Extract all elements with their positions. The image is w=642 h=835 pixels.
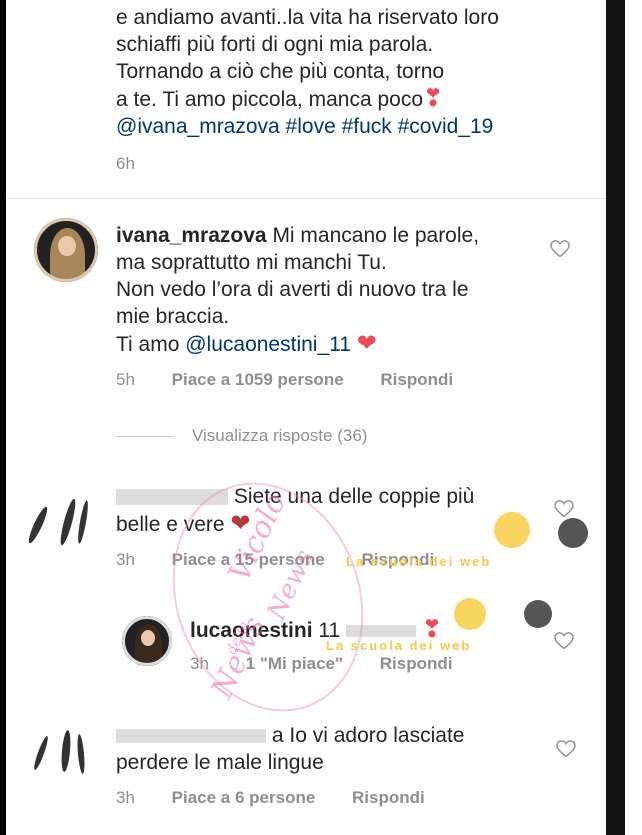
watermark-badge: La scuola dei web bbox=[346, 554, 492, 569]
comment-time: 3h bbox=[116, 788, 135, 807]
watermark-character bbox=[524, 600, 552, 628]
comment-time: 3h bbox=[116, 550, 135, 569]
watermark-badge: La scuola dei web bbox=[326, 638, 472, 653]
comment-username[interactable]: ivana_mrazova bbox=[116, 224, 267, 247]
caption-line: a te. Ti amo piccola, manca poco❣ bbox=[116, 85, 444, 112]
reply-button[interactable]: Rispondi bbox=[380, 370, 453, 389]
watermark-character bbox=[558, 518, 588, 548]
mention-link[interactable]: @lucaonestini_11 bbox=[185, 333, 351, 356]
comment-meta: 3h Piace a 6 persone Rispondi bbox=[116, 788, 457, 808]
right-white-edge bbox=[625, 0, 642, 835]
red-heart-icon: ❣ bbox=[423, 85, 444, 112]
post-caption: e andiamo avanti..la vita ha riservato l… bbox=[116, 4, 556, 140]
heart-outline-icon[interactable] bbox=[556, 740, 576, 758]
comment-text: ivana_mrazova Mi mancano le parole, ma s… bbox=[116, 224, 480, 357]
comment-meta: 5h Piace a 1059 persone Rispondi bbox=[116, 370, 485, 390]
caption-line: schiaffi più forti di ogni mia parola. bbox=[116, 33, 434, 56]
caption-line: e andiamo avanti..la vita ha riservato l… bbox=[116, 6, 499, 29]
likes-count[interactable]: Piace a 6 persone bbox=[172, 788, 316, 807]
heart-outline-icon[interactable] bbox=[554, 500, 574, 518]
redacted-username bbox=[116, 729, 266, 744]
avatar[interactable] bbox=[122, 616, 172, 666]
heart-outline-icon[interactable] bbox=[550, 240, 570, 258]
reply-button[interactable]: Rispondi bbox=[352, 788, 425, 807]
reply-button[interactable]: Rispondi bbox=[380, 654, 453, 673]
comments-panel: e andiamo avanti..la vita ha riservato l… bbox=[6, 0, 606, 835]
view-replies-button[interactable]: Visualizza risposte (36) bbox=[116, 426, 367, 446]
comment-text: a Io vi adoro lasciate perdere le male l… bbox=[116, 724, 465, 774]
post-time: 6h bbox=[116, 154, 135, 173]
divider bbox=[6, 198, 606, 199]
watermark-character bbox=[454, 598, 486, 630]
heart-outline-icon[interactable] bbox=[554, 632, 574, 650]
comment-time: 5h bbox=[116, 370, 135, 389]
caption-line: Tornando a ciò che più conta, torno bbox=[116, 60, 445, 83]
red-heart-icon: ❤ bbox=[356, 330, 377, 357]
caption-hashtags[interactable]: @ivana_mrazova #love #fuck #covid_19 bbox=[116, 113, 556, 140]
right-dark-strip bbox=[606, 0, 625, 835]
watermark-character bbox=[494, 512, 530, 548]
avatar[interactable] bbox=[34, 218, 98, 282]
likes-count[interactable]: Piace a 1059 persone bbox=[172, 370, 344, 389]
